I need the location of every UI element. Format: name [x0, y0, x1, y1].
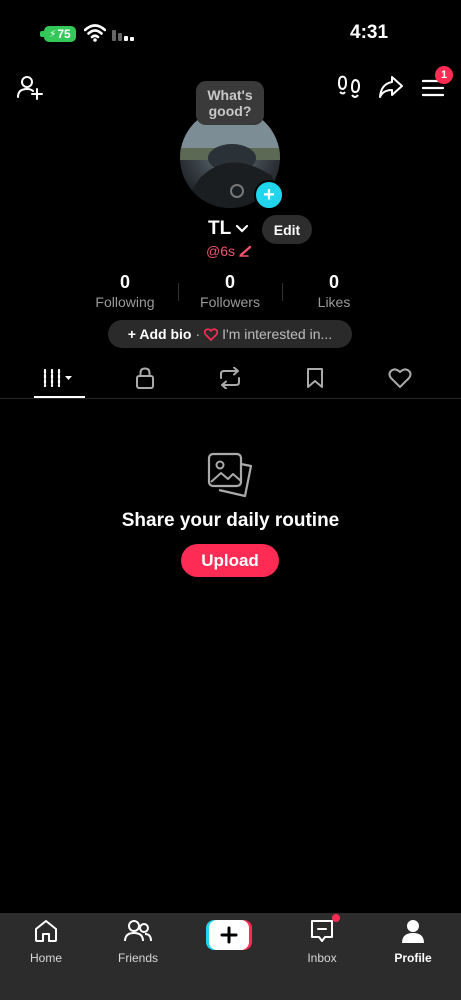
- bolt-icon: ⚡: [49, 28, 57, 40]
- heart-outline-icon: [204, 327, 219, 341]
- stat-following[interactable]: 0 Following: [70, 272, 180, 310]
- empty-state-title: Share your daily routine: [121, 510, 340, 531]
- status-bubble[interactable]: What's good?: [196, 81, 264, 125]
- chevron-down-icon: [236, 224, 249, 233]
- edit-profile-button[interactable]: Edit: [262, 215, 312, 244]
- friends-icon: [124, 920, 152, 942]
- stat-likes[interactable]: 0 Likes: [279, 272, 389, 310]
- tab-liked[interactable]: [375, 366, 425, 390]
- likes-count: 0: [328, 272, 339, 292]
- repost-icon: [220, 367, 240, 389]
- cellular-signal-icon: [112, 30, 134, 41]
- following-label: Following: [95, 294, 155, 310]
- footprints-icon[interactable]: [337, 74, 361, 100]
- create-plus-icon[interactable]: [206, 920, 252, 950]
- lock-icon: [136, 367, 154, 389]
- interest-button[interactable]: I'm interested in...: [222, 326, 332, 342]
- nav-inbox[interactable]: Inbox: [286, 918, 358, 965]
- inbox-notification-dot: [332, 914, 340, 922]
- home-icon: [35, 920, 57, 942]
- profile-icon: [402, 920, 424, 943]
- battery-level: 75: [57, 27, 71, 41]
- status-bubble-text: What's good?: [207, 87, 253, 119]
- followers-count: 0: [224, 272, 235, 292]
- nav-inbox-label: Inbox: [307, 951, 337, 965]
- inbox-icon: [311, 920, 333, 942]
- tab-divider: [0, 398, 461, 399]
- display-name: TL: [208, 218, 232, 239]
- pencil-icon: [239, 245, 252, 257]
- following-count: 0: [119, 272, 130, 292]
- tab-favorites[interactable]: [290, 366, 340, 390]
- tab-videos[interactable]: [34, 366, 84, 390]
- tab-private[interactable]: [120, 366, 170, 390]
- heart-icon: [388, 368, 412, 388]
- status-time: 4:31: [350, 22, 389, 43]
- bio-interests-pill[interactable]: + Add bio · I'm interested in...: [108, 320, 352, 348]
- likes-label: Likes: [317, 294, 351, 310]
- upload-button[interactable]: Upload: [181, 544, 279, 577]
- username: @6s: [206, 243, 235, 259]
- followers-label: Followers: [200, 294, 260, 310]
- username-row[interactable]: @6s: [206, 243, 253, 259]
- nav-home[interactable]: Home: [10, 918, 82, 965]
- share-icon[interactable]: [378, 74, 404, 100]
- add-bio-button[interactable]: + Add bio: [128, 326, 192, 342]
- add-avatar-button[interactable]: +: [254, 180, 284, 210]
- nav-profile[interactable]: Profile: [377, 918, 449, 965]
- separator: ·: [195, 326, 201, 342]
- menu-notification-badge: 1: [435, 66, 453, 84]
- display-name-dropdown[interactable]: TL: [208, 218, 249, 240]
- nav-profile-label: Profile: [394, 951, 432, 965]
- nav-friends[interactable]: Friends: [102, 918, 174, 965]
- bookmark-icon: [307, 368, 323, 388]
- person-add-icon[interactable]: [17, 74, 43, 100]
- wifi-icon: [84, 24, 106, 42]
- photos-icon: [207, 452, 253, 498]
- battery-indicator: ⚡ 75: [44, 26, 76, 42]
- grid-icon: [43, 368, 72, 388]
- nav-home-label: Home: [29, 951, 62, 965]
- stat-followers[interactable]: 0 Followers: [175, 272, 285, 310]
- nav-friends-label: Friends: [117, 951, 158, 965]
- tab-reposts[interactable]: [205, 366, 255, 390]
